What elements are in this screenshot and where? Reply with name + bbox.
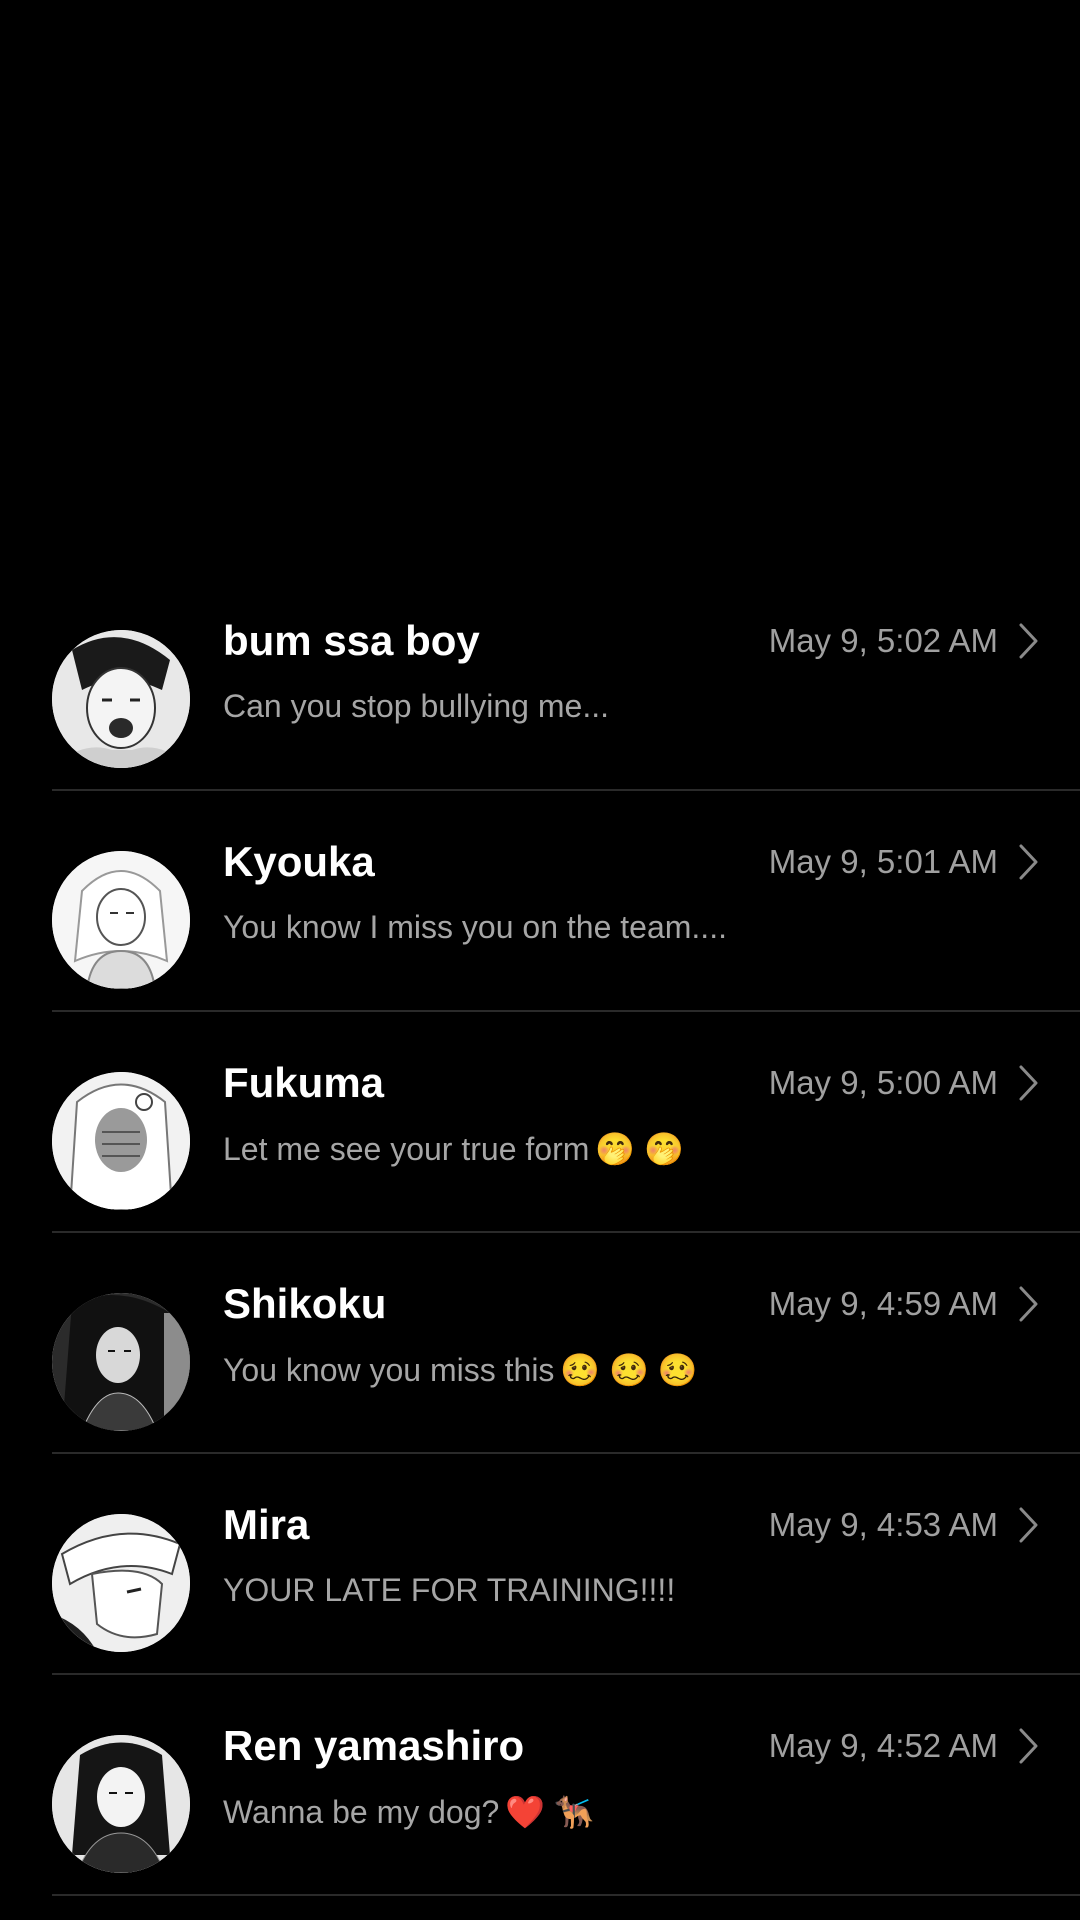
avatar [52, 1293, 190, 1431]
divider [52, 1894, 1080, 1896]
message-preview: You know I miss you on the team.... [223, 909, 727, 946]
emoji-group: 🥴 🥴 🥴 [560, 1352, 698, 1388]
avatar [52, 1735, 190, 1873]
message-preview-text: Wanna be my dog? [223, 1794, 500, 1830]
conversation-row[interactable]: Shikoku May 9, 4:59 AM You know you miss… [0, 1233, 1080, 1454]
message-timestamp: May 9, 5:01 AM [768, 843, 998, 880]
contact-name: Kyouka [223, 838, 375, 885]
contact-name: Ren yamashiro [223, 1722, 525, 1769]
avatar [52, 630, 190, 768]
message-preview: Can you stop bullying me... [223, 688, 609, 725]
conversation-row[interactable]: Fukuma May 9, 5:00 AM Let me see your tr… [0, 1012, 1080, 1233]
message-preview: YOUR LATE FOR TRAINING!!!! [223, 1572, 675, 1609]
contact-name: Fukuma [223, 1059, 385, 1106]
avatar [52, 851, 190, 989]
conversation-row[interactable]: bum ssa boy May 9, 5:02 AM Can you stop … [0, 570, 1080, 791]
contact-name: Mira [223, 1501, 310, 1548]
conversation-row[interactable]: Kyouka May 9, 5:01 AM You know I miss yo… [0, 791, 1080, 1012]
message-preview: Let me see your true form 🤭 🤭 [223, 1130, 684, 1168]
conversation-row[interactable]: Mira May 9, 4:53 AM YOUR LATE FOR TRAINI… [0, 1454, 1080, 1675]
contact-name: bum ssa boy [223, 617, 480, 664]
chevron-right-icon [1018, 1284, 1040, 1324]
message-preview-text: You know you miss this [223, 1352, 555, 1388]
conversation-list: bum ssa boy May 9, 5:02 AM Can you stop … [0, 570, 1080, 1896]
avatar [52, 1514, 190, 1652]
chevron-right-icon [1018, 842, 1040, 882]
chevron-right-icon [1018, 1063, 1040, 1103]
message-timestamp: May 9, 5:00 AM [768, 1064, 998, 1101]
message-preview-text: You know I miss you on the team.... [223, 909, 727, 945]
chevron-right-icon [1018, 1726, 1040, 1766]
conversation-row[interactable]: Ren yamashiro May 9, 4:52 AM Wanna be my… [0, 1675, 1080, 1896]
contact-name: Shikoku [223, 1280, 387, 1327]
emoji-group: 🤭 🤭 [595, 1131, 684, 1167]
message-preview-text: Let me see your true form [223, 1131, 590, 1167]
message-preview: Wanna be my dog? ❤️ 🐕‍🦺 [223, 1793, 594, 1831]
message-preview-text: Can you stop bullying me... [223, 688, 609, 724]
chevron-right-icon [1018, 1505, 1040, 1545]
message-preview-text: YOUR LATE FOR TRAINING!!!! [223, 1572, 676, 1608]
message-timestamp: May 9, 4:52 AM [768, 1727, 998, 1764]
message-timestamp: May 9, 4:53 AM [768, 1506, 998, 1543]
empty-header-area [0, 0, 1080, 585]
message-preview: You know you miss this 🥴 🥴 🥴 [223, 1351, 698, 1389]
emoji-group: ❤️ 🐕‍🦺 [505, 1794, 594, 1830]
message-timestamp: May 9, 5:02 AM [768, 622, 998, 659]
avatar [52, 1072, 190, 1210]
message-timestamp: May 9, 4:59 AM [768, 1285, 998, 1322]
chevron-right-icon [1018, 621, 1040, 661]
